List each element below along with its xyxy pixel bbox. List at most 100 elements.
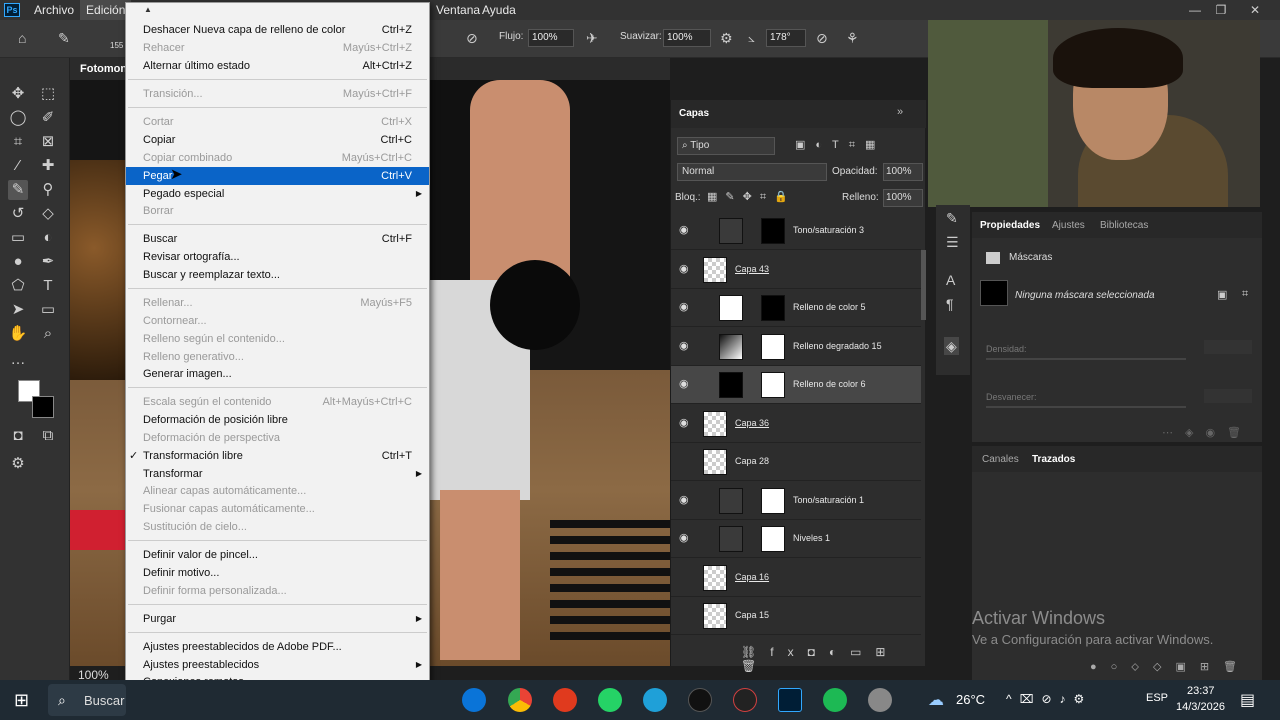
layer-filter-select[interactable]: ⌕ Tipo <box>677 137 775 155</box>
rectangle-icon[interactable]: ▭ <box>38 300 58 320</box>
add-vector-mask-icon[interactable]: ⌗ <box>1242 288 1248 301</box>
notification-icon[interactable]: ▤ <box>1240 690 1255 710</box>
quick-select-icon[interactable]: ✐ <box>38 108 58 128</box>
lasso-tool-icon[interactable]: ◯ <box>8 108 28 128</box>
visibility-eye-icon[interactable]: ◉ <box>679 224 691 236</box>
frame-tool-icon[interactable]: ⊠ <box>38 132 58 152</box>
photoshop-taskbar-icon[interactable] <box>778 688 802 712</box>
visibility-eye-icon[interactable]: ◉ <box>679 340 691 352</box>
menu-item[interactable]: Ajustes preestablecidos ▶ <box>126 656 429 674</box>
character-icon[interactable]: A <box>946 273 955 287</box>
visibility-eye-icon[interactable] <box>679 571 691 583</box>
stamp-icon[interactable]: ⚲ <box>38 180 58 200</box>
temperature[interactable]: 26°C <box>956 692 985 707</box>
menu-item[interactable]: Generar imagen... <box>126 365 429 383</box>
clock-date[interactable]: 14/3/2026 <box>1176 701 1225 713</box>
visibility-eye-icon[interactable]: ◉ <box>679 301 691 313</box>
windows-start-icon[interactable]: ⊞ <box>14 690 34 710</box>
language-indicator[interactable]: ESP <box>1146 692 1168 704</box>
taskbar-search[interactable]: ⌕ Buscar <box>48 684 126 716</box>
system-tray-icons[interactable]: ^⌧⊘♪⚙ <box>1006 692 1092 706</box>
menu-item[interactable]: Purgar ▶ <box>126 610 429 628</box>
visibility-eye-icon[interactable]: ◉ <box>679 532 691 544</box>
screen-mode-icon[interactable]: ⧉ <box>38 426 58 446</box>
menu-item[interactable]: Copiar Ctrl+C <box>126 131 429 149</box>
crop-tool-icon[interactable]: ⌗ <box>8 132 28 152</box>
tab-trazados[interactable]: Trazados <box>1032 454 1075 465</box>
pressure-size-icon[interactable]: ⊘ <box>816 31 828 45</box>
visibility-eye-icon[interactable] <box>679 609 691 621</box>
menu-item[interactable]: Definir motivo... <box>126 564 429 582</box>
symmetry-icon[interactable]: ⚘ <box>846 31 859 45</box>
brush-icon[interactable]: ✎ <box>8 180 28 200</box>
tab-canales[interactable]: Canales <box>982 454 1019 465</box>
mask-footer-icons[interactable]: ⋯◈◉🗑 <box>1162 426 1253 439</box>
path-select-icon[interactable]: ➤ <box>8 300 28 320</box>
layer-row[interactable]: ◉ Tono/saturación 3 <box>671 212 921 250</box>
visibility-eye-icon[interactable]: ◉ <box>679 494 691 506</box>
history-brush-icon[interactable]: ↺ <box>8 204 28 224</box>
menu-ayuda[interactable]: Ayuda <box>476 0 522 20</box>
eyedropper-icon[interactable]: ⁄ <box>8 156 28 176</box>
paragraph-icon[interactable]: ¶ <box>946 297 954 311</box>
fill-input[interactable]: 100% <box>883 189 923 207</box>
quick-mask-icon[interactable]: ◘ <box>8 426 28 446</box>
clock-time[interactable]: 23:37 <box>1187 685 1215 697</box>
visibility-eye-icon[interactable] <box>679 455 691 467</box>
menu-item[interactable]: Deformación de posición libre <box>126 411 429 429</box>
add-pixel-mask-icon[interactable]: ▣ <box>1217 288 1227 301</box>
document-tab[interactable]: Fotomon <box>80 60 127 78</box>
tiktok-icon[interactable] <box>688 688 712 712</box>
layer-row[interactable]: ◉ Relleno de color 5 <box>671 289 921 327</box>
eraser-icon[interactable]: ◇ <box>38 204 58 224</box>
menu-item[interactable]: Buscar y reemplazar texto... <box>126 266 429 284</box>
layers-title[interactable]: Capas <box>679 108 709 119</box>
type-tool-icon[interactable]: T <box>38 276 58 296</box>
feather-input[interactable] <box>1204 389 1252 403</box>
opacity-input[interactable]: 100% <box>883 163 923 181</box>
blur-icon[interactable]: ◐ <box>38 228 58 248</box>
paths-footer-icons[interactable]: ●○⬦◇▣⊞🗑 <box>1090 660 1251 674</box>
density-input[interactable] <box>1204 340 1252 354</box>
menu-item[interactable]: Ajustes preestablecidos de Adobe PDF... <box>126 638 429 656</box>
visibility-eye-icon[interactable]: ◉ <box>679 417 691 429</box>
menu-edicion[interactable]: Edición <box>80 0 132 20</box>
more-tools-icon[interactable]: … <box>8 350 28 370</box>
feather-slider[interactable] <box>986 406 1186 408</box>
layer-row[interactable]: ◉ Relleno degradado 15 <box>671 328 921 366</box>
menu-item[interactable]: Deshacer Nueva capa de relleno de color C… <box>126 21 429 39</box>
scroll-up-arrow[interactable]: ▲ <box>144 5 152 14</box>
tab-propiedades[interactable]: Propiedades <box>980 220 1040 231</box>
home-icon[interactable]: ⌂ <box>18 31 26 45</box>
suavizar-input[interactable]: 100% <box>663 29 711 47</box>
flujo-input[interactable]: 100% <box>528 29 574 47</box>
gradient-icon[interactable]: ▭ <box>8 228 28 248</box>
layers-scrollbar[interactable] <box>921 250 926 320</box>
lock-icons[interactable]: ▦✎✥⌗🔒 <box>707 190 796 204</box>
brush-settings-icon[interactable]: ✎ <box>946 211 958 225</box>
marquee-tool-icon[interactable]: ⬚ <box>38 84 58 104</box>
outlook-icon[interactable] <box>462 688 486 712</box>
dodge-icon[interactable]: ● <box>8 252 28 272</box>
move-tool-icon[interactable]: ✥ <box>8 84 28 104</box>
tab-ajustes[interactable]: Ajustes <box>1052 220 1085 231</box>
menu-item[interactable]: Transformación libre Ctrl+T ✓ <box>126 447 429 465</box>
brave-icon[interactable] <box>553 688 577 712</box>
weather-icon[interactable]: ☁ <box>928 690 944 710</box>
healing-brush-icon[interactable]: ✚ <box>38 156 58 176</box>
adjustments-icon[interactable]: ☰ <box>946 235 959 249</box>
restore-button[interactable]: ❐ <box>1206 0 1236 20</box>
menu-item[interactable]: Revisar ortografía... <box>126 248 429 266</box>
pressure-opacity-icon[interactable]: ⊘ <box>466 31 478 45</box>
panel-collapse-icon[interactable]: » <box>897 106 903 118</box>
layer-row[interactable]: ◉ Relleno de color 6 <box>671 366 921 404</box>
brush-tool-icon[interactable]: ✎ <box>58 31 70 45</box>
layer-row[interactable]: ◉ Niveles 1 <box>671 520 921 558</box>
angle-input[interactable]: 178° <box>766 29 806 47</box>
layer-row[interactable]: ◉ Capa 36 <box>671 405 921 443</box>
settings-gear-icon[interactable]: ⚙ <box>720 31 733 45</box>
visibility-eye-icon[interactable]: ◉ <box>679 263 691 275</box>
airbrush-icon[interactable]: ✈ <box>586 31 598 45</box>
frame-mode-icon[interactable]: ⚙ <box>8 454 28 474</box>
layer-row[interactable]: Capa 15 <box>671 597 921 635</box>
